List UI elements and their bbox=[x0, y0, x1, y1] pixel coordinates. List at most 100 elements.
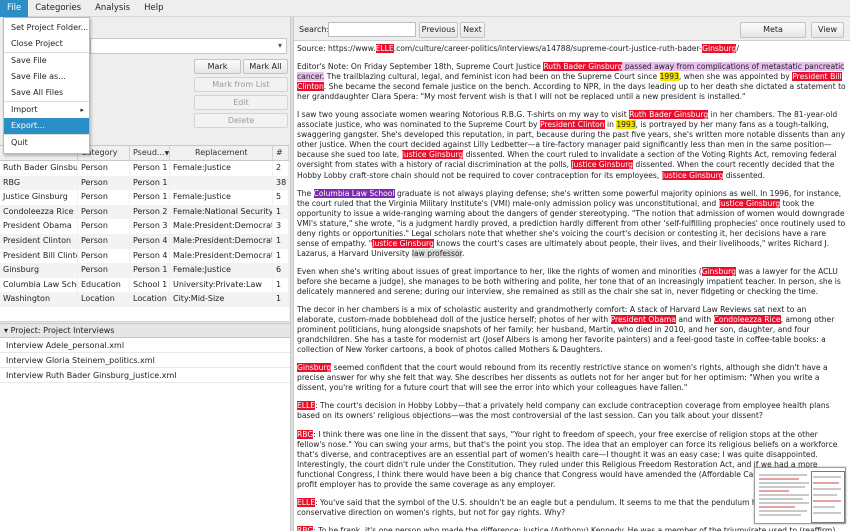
cell-term: Washington bbox=[0, 292, 78, 307]
mark-all-button[interactable]: Mark All bbox=[243, 59, 288, 74]
cell-replacement: Female:Justice bbox=[170, 263, 273, 278]
cell-category: Person bbox=[78, 263, 130, 278]
doc-text: , when she was appointed by bbox=[678, 72, 793, 82]
cell-term: President Bill Clinton bbox=[0, 248, 78, 264]
doc-text: and with bbox=[675, 315, 714, 325]
cell-term: Justice Ginsburg bbox=[0, 190, 78, 205]
cell-replacement: City:Mid-Size bbox=[170, 292, 273, 307]
cell-count: 1 bbox=[273, 292, 289, 307]
table-row[interactable]: RBG Person Person 1 38 bbox=[0, 175, 289, 191]
project-file-item[interactable]: Interview Adele_personal.xml bbox=[0, 338, 290, 353]
next-button[interactable]: Next bbox=[460, 22, 485, 38]
menu-item-set-project-folder[interactable]: Set Project Folder... bbox=[4, 20, 89, 36]
cell-category: Person bbox=[78, 161, 130, 176]
cell-count: 1 bbox=[273, 233, 289, 249]
table-row[interactable]: Ginsburg Person Person 1 Female:Justice 6 bbox=[0, 263, 289, 278]
delete-button[interactable]: Delete bbox=[194, 113, 288, 128]
doc-text: / bbox=[736, 44, 739, 53]
cell-category: Person bbox=[78, 175, 130, 191]
cell-category: Person bbox=[78, 190, 130, 205]
doc-text: The trailblazing cultural, legal, and fe… bbox=[324, 72, 660, 82]
cell-replacement bbox=[170, 175, 273, 191]
project-file-item[interactable]: Interview Ruth Bader Ginsburg_justice.xm… bbox=[0, 368, 290, 383]
table-row[interactable]: President Clinton Person Person 4 Male:Pres… bbox=[0, 233, 289, 249]
project-file-item[interactable]: Interview Gloria Steinem_politics.xml bbox=[0, 353, 290, 368]
overview-viewport[interactable] bbox=[811, 471, 845, 523]
document-overview-thumbnail[interactable] bbox=[754, 467, 846, 524]
doc-text: dissented. bbox=[723, 170, 765, 180]
highlighted-term: Ruth Bader Ginsburg bbox=[543, 62, 623, 72]
cell-pseudonym: Person 1 bbox=[130, 263, 170, 278]
table-row[interactable]: Condoleezza Rice Person Person 2 Female:Nat… bbox=[0, 204, 289, 220]
menu-item-import-label: Import bbox=[11, 105, 38, 114]
doc-paragraph: I saw two young associate women wearing … bbox=[297, 110, 846, 180]
document-text-area[interactable]: Source: https://www.ELLE.com/culture/car… bbox=[294, 40, 850, 531]
doc-paragraph: RBG: To be frank, it's one person who ma… bbox=[297, 525, 846, 531]
mark-from-list-button[interactable]: Mark from List bbox=[194, 77, 288, 92]
cell-replacement: Female:Justice bbox=[170, 161, 273, 176]
cell-count: 5 bbox=[273, 190, 289, 205]
table-row[interactable]: Justice Ginsburg Person Person 1 Female:Jus… bbox=[0, 190, 289, 205]
table-row[interactable]: Columbia Law SchoolEducationSchool 1Univ… bbox=[0, 277, 289, 293]
cell-category: Education bbox=[78, 277, 130, 293]
cell-count: 2 bbox=[273, 161, 289, 176]
cell-pseudonym: Person 2 bbox=[130, 204, 170, 220]
doc-paragraph: Source: https://www.ELLE.com/culture/car… bbox=[297, 44, 846, 54]
doc-text: : To be frank, it's one person who made … bbox=[313, 525, 836, 531]
menu-item-close-project[interactable]: Close Project bbox=[4, 36, 89, 52]
category-combo[interactable]: ▾ bbox=[90, 38, 287, 54]
table-row[interactable]: Ruth Bader Ginsburg Person Person 1 Female:… bbox=[0, 161, 289, 176]
menu-item-quit[interactable]: Quit bbox=[4, 135, 89, 151]
doc-paragraph: ELLE: The court's decision in Hobby Lobb… bbox=[297, 401, 846, 421]
project-header[interactable]: ▾ Project: Project Interviews bbox=[0, 323, 290, 338]
menu-item-save-file-as[interactable]: Save File as... bbox=[4, 69, 89, 85]
doc-text: Source: https://www. bbox=[297, 44, 376, 53]
table-row[interactable]: WashingtonLocationLocation 1City:Mid-Siz… bbox=[0, 292, 289, 307]
column-header-count[interactable]: # bbox=[273, 146, 289, 160]
menu-item-save-all-files[interactable]: Save All Files bbox=[4, 85, 89, 101]
menu-analysis[interactable]: Analysis bbox=[88, 0, 137, 17]
highlighted-term: Justice Ginsburg bbox=[571, 160, 633, 170]
doc-paragraph: The Columbia Law School graduate is not … bbox=[297, 188, 846, 259]
menu-file[interactable]: File bbox=[0, 0, 29, 17]
menu-help[interactable]: Help bbox=[137, 0, 170, 17]
doc-text: . bbox=[462, 248, 465, 258]
cell-count: 6 bbox=[273, 263, 289, 278]
collapse-icon[interactable]: ▾ bbox=[4, 326, 8, 335]
cell-pseudonym: School 1 bbox=[130, 277, 170, 293]
table-row[interactable]: President Obama Person Person 3 Male:Presid… bbox=[0, 219, 289, 234]
cell-term: President Clinton bbox=[0, 233, 78, 249]
highlighted-term: Ginsburg bbox=[701, 266, 736, 276]
right-pane: Search: Previous Next Meta Information V… bbox=[294, 17, 850, 531]
menu-item-export[interactable]: Export... bbox=[4, 118, 89, 134]
chevron-down-icon: ▾ bbox=[277, 41, 282, 50]
menu-categories[interactable]: Categories bbox=[28, 0, 88, 17]
cell-term: Ruth Bader Ginsburg bbox=[0, 161, 78, 176]
cell-pseudonym: Person 1 bbox=[130, 175, 170, 191]
highlighted-term: Condoleezza Rice bbox=[713, 315, 781, 325]
doc-text: I saw two young associate women wearing … bbox=[297, 110, 630, 120]
edit-button[interactable]: Edit bbox=[194, 95, 288, 110]
doc-text: The bbox=[297, 188, 314, 198]
doc-paragraph: Ginsburg seemed confident that the court… bbox=[297, 363, 846, 393]
search-input[interactable] bbox=[328, 22, 416, 37]
doc-text: .com/culture/career-politics/interviews/… bbox=[393, 44, 703, 53]
previous-button[interactable]: Previous bbox=[419, 22, 458, 38]
doc-text: seemed confident that the court would re… bbox=[297, 363, 828, 393]
cell-replacement: Male:President:Democrat bbox=[170, 233, 273, 249]
menu-item-save-file[interactable]: Save File bbox=[4, 53, 89, 69]
highlighted-term: ELLE bbox=[375, 44, 394, 53]
column-header-replacement[interactable]: Replacement bbox=[170, 146, 273, 160]
sort-icon: ▼ bbox=[164, 150, 170, 157]
cell-term: Condoleezza Rice bbox=[0, 204, 78, 220]
menu-item-import[interactable]: Import ▸ bbox=[4, 102, 89, 118]
project-file-list: Interview Adele_personal.xml Interview G… bbox=[0, 338, 290, 531]
meta-information-button[interactable]: Meta Information bbox=[740, 22, 806, 48]
project-header-label: Project: Project Interviews bbox=[10, 326, 115, 335]
mark-button[interactable]: Mark bbox=[194, 59, 241, 74]
view-button[interactable]: View bbox=[811, 22, 844, 38]
table-row[interactable]: President Bill Clinton Person Person 4 Male… bbox=[0, 248, 289, 264]
cell-category: Person bbox=[78, 248, 130, 264]
column-header-pseudonym[interactable]: Pseud...▼ bbox=[130, 146, 170, 160]
doc-text: Even when she's writing about issues of … bbox=[297, 266, 702, 276]
